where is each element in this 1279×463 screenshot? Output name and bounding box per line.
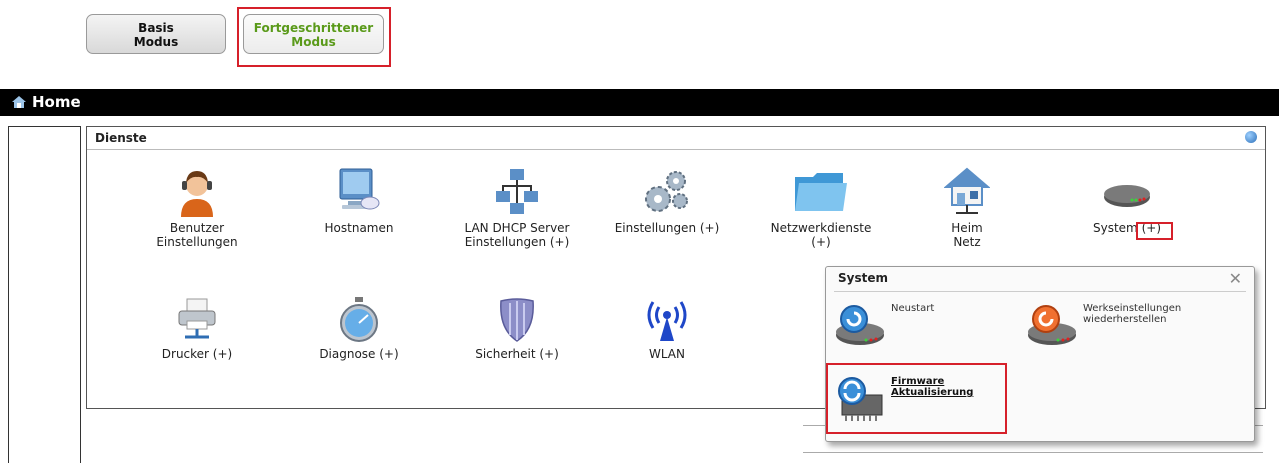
popup-item-label-line2: wiederherstellen — [1083, 314, 1167, 325]
service-benutzer-einstellungen[interactable]: Benutzer Einstellungen — [127, 167, 267, 249]
wireless-icon — [647, 301, 687, 341]
service-label: Sicherheit (+) — [475, 347, 559, 361]
service-netzwerkdienste[interactable]: Netzwerkdienste (+) — [751, 167, 891, 249]
service-system[interactable]: System (+) — [1057, 167, 1197, 235]
shield-icon — [500, 298, 534, 342]
service-label: LAN DHCP Server — [464, 221, 570, 235]
popup-item-neustart[interactable]: Neustart — [834, 303, 1014, 349]
user-headset-icon — [181, 171, 213, 217]
home-bar[interactable]: Home — [0, 89, 1279, 116]
home-icon — [12, 96, 26, 108]
service-einstellungen[interactable]: Einstellungen (+) — [597, 167, 737, 235]
service-label: Diagnose (+) — [319, 347, 399, 361]
service-label: Netz — [953, 235, 981, 249]
home-title: Home — [32, 93, 81, 111]
router-reset-icon — [1028, 305, 1076, 345]
service-label: Einstellungen (+) — [614, 221, 720, 235]
service-wlan[interactable]: WLAN — [597, 297, 737, 361]
service-label: (+) — [811, 235, 831, 249]
service-label: Drucker (+) — [161, 347, 233, 361]
popup-item-label-line1: Werkseinstellungen — [1083, 303, 1182, 314]
router-restart-icon — [836, 305, 884, 345]
basic-mode-label-line1: Basis — [138, 21, 174, 35]
service-label: WLAN — [648, 347, 685, 361]
close-icon[interactable]: ✕ — [1229, 269, 1242, 288]
router-icon — [1104, 185, 1150, 207]
dienste-title: Dienste — [95, 131, 147, 145]
basic-mode-button[interactable]: Basis Modus — [86, 14, 226, 54]
divider-line — [803, 452, 1263, 453]
service-label: System — [1093, 221, 1138, 235]
network-computers-icon — [496, 169, 538, 214]
firmware-highlight — [826, 363, 1007, 434]
popup-item-label: Neustart — [891, 303, 935, 314]
service-diagnose[interactable]: Diagnose (+) — [289, 297, 429, 361]
monitor-icon — [339, 168, 380, 210]
basic-mode-label-line2: Modus — [133, 35, 179, 49]
system-popup-title: System — [838, 271, 888, 285]
popup-item-werkseinstellungen[interactable]: Werkseinstellungen wiederherstellen — [1026, 303, 1246, 349]
service-label: Hostnamen — [324, 221, 394, 235]
advanced-mode-highlight — [237, 7, 391, 67]
left-column — [8, 126, 81, 463]
system-plus-highlight — [1136, 222, 1173, 240]
service-label: Heim — [951, 221, 983, 235]
service-sicherheit[interactable]: Sicherheit (+) — [447, 297, 587, 361]
popup-item-label: Werkseinstellungen wiederherstellen — [1083, 303, 1181, 325]
printer-icon — [178, 298, 216, 339]
popup-separator — [834, 291, 1246, 292]
service-drucker[interactable]: Drucker (+) — [127, 297, 267, 361]
service-heim-netz[interactable]: Heim Netz — [897, 167, 1037, 249]
service-label: Einstellungen (+) — [464, 235, 570, 249]
folder-icon — [795, 173, 847, 211]
globe-help-icon[interactable] — [1245, 131, 1257, 143]
service-label: Benutzer — [169, 221, 225, 235]
dienste-header: Dienste — [87, 127, 1265, 150]
service-hostnamen[interactable]: Hostnamen — [289, 167, 429, 235]
gears-icon — [645, 171, 688, 212]
stopwatch-icon — [340, 297, 378, 342]
service-lan-dhcp-server[interactable]: LAN DHCP Server Einstellungen (+) — [447, 167, 587, 249]
home-network-icon — [944, 167, 990, 214]
service-label: Einstellungen — [156, 235, 238, 249]
service-label: Netzwerkdienste — [770, 221, 872, 235]
